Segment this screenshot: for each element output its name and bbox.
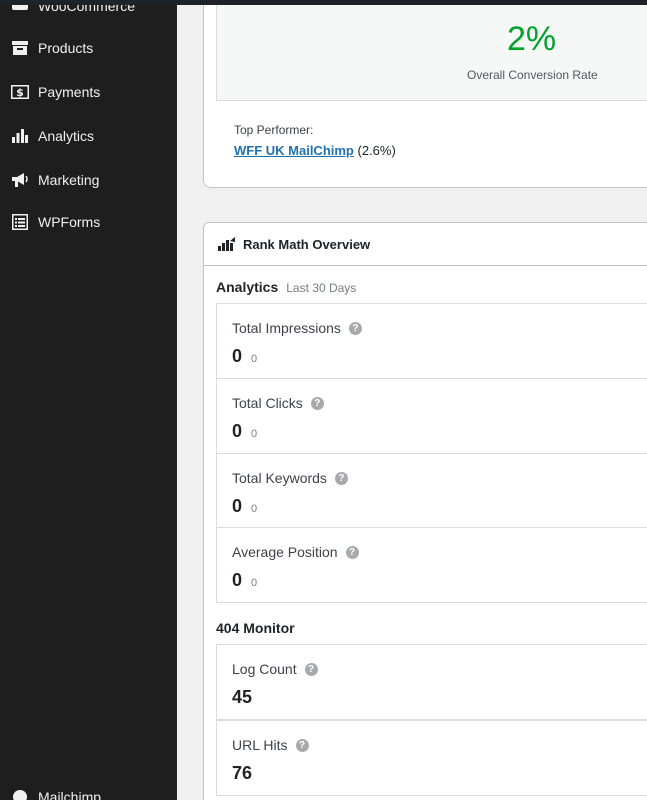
stat-label: Total Keywords? [232, 470, 348, 486]
stat-value-number: 45 [232, 687, 253, 707]
stat-total-keywords: Total Keywords? 00 [216, 453, 647, 529]
sidebar-item-label: Analytics [38, 128, 95, 144]
sidebar-item-payments[interactable]: $ Payments [0, 74, 177, 110]
monitor-section-title: 404 Monitor [216, 620, 295, 636]
stat-value-number: 0 [232, 570, 243, 590]
sidebar-item-label: Payments [38, 84, 101, 100]
top-performer-link[interactable]: WFF UK MailChimp [234, 143, 354, 158]
stat-label: Log Count? [232, 661, 318, 677]
analytics-title: Analytics [216, 279, 279, 295]
help-icon[interactable]: ? [348, 321, 362, 335]
stat-label-text: Total Impressions [232, 320, 341, 336]
stat-diff: 0 [251, 353, 258, 365]
conversion-rate-label: Overall Conversion Rate [467, 68, 598, 82]
payments-icon: $ [11, 83, 29, 101]
sidebar-item-analytics[interactable]: Analytics [0, 118, 177, 154]
stat-value-number: 76 [232, 763, 253, 783]
top-performer-label: Top Performer: [234, 123, 314, 137]
stat-label: URL Hits? [232, 737, 309, 753]
stat-total-impressions: Total Impressions? 00 [216, 303, 647, 379]
mailchimp-icon [11, 788, 29, 800]
stat-total-clicks: Total Clicks? 00 [216, 378, 647, 454]
stat-value: 76 [232, 763, 252, 784]
admin-top-bar [0, 0, 647, 5]
conversion-rate-value: 2% [507, 20, 557, 58]
stat-label: Average Position? [232, 544, 359, 560]
stat-diff: 0 [251, 428, 258, 440]
analytics-period: Last 30 Days [286, 281, 357, 295]
stat-label-text: Total Keywords [232, 470, 327, 486]
stat-value: 00 [232, 496, 257, 517]
help-icon[interactable]: ? [304, 662, 318, 676]
stat-average-position: Average Position? 00 [216, 527, 647, 603]
help-icon[interactable]: ? [295, 738, 309, 752]
stat-label-text: Total Clicks [232, 395, 303, 411]
sidebar-item-label: Marketing [38, 172, 100, 188]
sidebar-item-wpforms[interactable]: WPForms [0, 204, 177, 240]
stat-value-number: 0 [232, 421, 243, 441]
sidebar-item-label: Mailchimp [38, 789, 102, 800]
stat-label-text: Average Position [232, 544, 338, 560]
sidebar-item-label: Products [38, 40, 94, 56]
conversion-rate-box: 2% Overall Conversion Rate [216, 0, 647, 101]
help-icon[interactable]: ? [310, 396, 324, 410]
help-icon[interactable]: ? [334, 471, 348, 485]
wpforms-icon [11, 213, 29, 231]
stat-label-text: Log Count [232, 661, 297, 677]
rank-math-title: Rank Math Overview [243, 236, 371, 252]
analytics-section-title: Analytics Last 30 Days [216, 279, 356, 295]
stat-diff: 0 [251, 577, 258, 589]
top-performer-rate: (2.6%) [357, 143, 396, 158]
stat-value-number: 0 [232, 496, 243, 516]
marketing-icon [11, 171, 29, 189]
stat-log-count: Log Count? 45 [216, 644, 647, 720]
rank-math-header: Rank Math Overview [204, 223, 647, 266]
stat-label: Total Impressions? [232, 320, 362, 336]
stat-url-hits: URL Hits? 76 [216, 720, 647, 796]
main-content: 2% Overall Conversion Rate Top Performer… [177, 0, 647, 800]
products-icon [11, 39, 29, 57]
stat-value: 00 [232, 570, 257, 591]
stat-label-text: URL Hits [232, 737, 288, 753]
conversion-card: 2% Overall Conversion Rate Top Performer… [203, 0, 647, 188]
help-icon[interactable]: ? [345, 545, 359, 559]
sidebar-item-mailchimp[interactable]: Mailchimp [0, 779, 177, 800]
sidebar-item-products[interactable]: Products [0, 30, 177, 66]
analytics-icon [11, 127, 29, 145]
admin-sidebar: WooCommerce Products $ Payments Analytic… [0, 0, 177, 800]
stat-value: 00 [232, 346, 257, 367]
svg-text:$: $ [16, 86, 24, 99]
rank-math-icon [218, 237, 236, 251]
sidebar-item-marketing[interactable]: Marketing [0, 162, 177, 198]
sidebar-item-label: WPForms [38, 214, 101, 230]
stat-value: 00 [232, 421, 257, 442]
rank-math-overview-card: Rank Math Overview Analytics Last 30 Days… [203, 222, 647, 800]
stat-value-number: 0 [232, 346, 243, 366]
stat-label: Total Clicks? [232, 395, 324, 411]
top-performer: WFF UK MailChimp (2.6%) [234, 143, 396, 158]
stat-diff: 0 [251, 503, 258, 515]
stat-value: 45 [232, 687, 252, 708]
